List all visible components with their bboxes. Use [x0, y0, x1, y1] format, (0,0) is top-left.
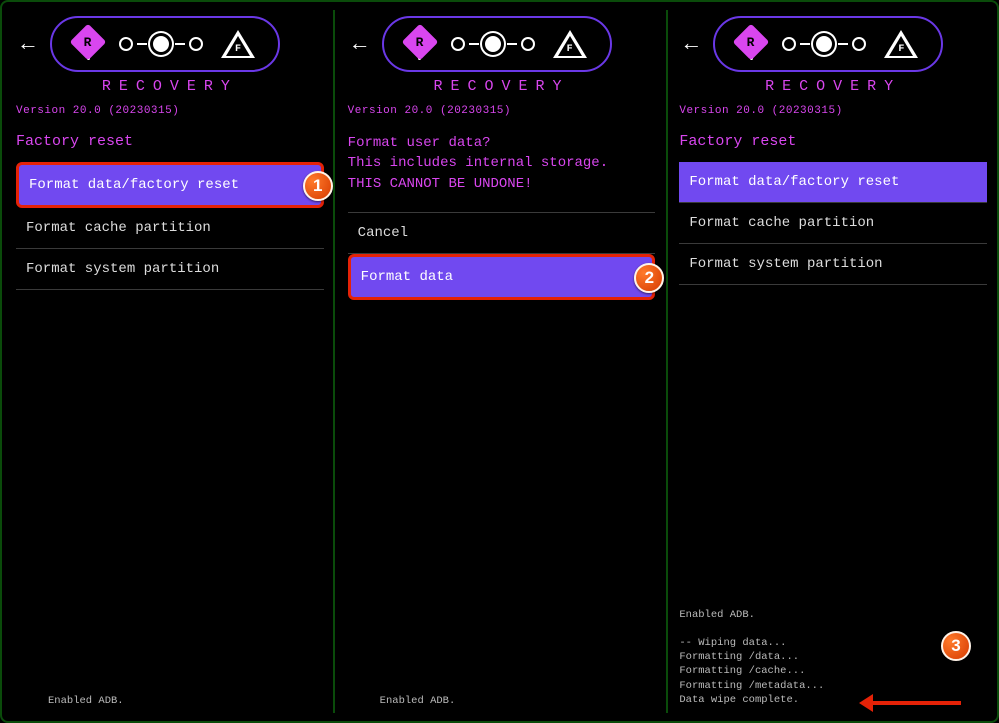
version-text: Version 20.0 (20230315): [348, 105, 656, 117]
warning-line: Format user data?: [348, 133, 656, 153]
screenshot-container: ← R F RECOVERY Version 20.0 (20230315) F…: [0, 0, 999, 723]
footer-log: Enabled ADB.: [380, 695, 456, 707]
header-pill: R F: [382, 16, 612, 72]
menu-item-cancel[interactable]: Cancel: [348, 213, 656, 254]
fastboot-badge: F: [553, 30, 587, 58]
recovery-badge: R: [75, 29, 101, 60]
header-pill: R F: [713, 16, 943, 72]
warning-line: This includes internal storage.: [348, 153, 656, 173]
header: ← R F: [348, 16, 656, 72]
menu-item-label: Cancel: [358, 225, 408, 241]
warning-line: THIS CANNOT BE UNDONE!: [348, 174, 656, 194]
panel-2: ← R F RECOVERY Version 20.0 (20230315) F…: [334, 2, 666, 721]
menu-item-format-system[interactable]: Format system partition: [16, 249, 324, 290]
back-icon[interactable]: ←: [679, 32, 703, 57]
version-text: Version 20.0 (20230315): [679, 105, 987, 117]
recovery-badge: R: [738, 29, 764, 60]
page-title: RECOVERY: [679, 78, 987, 95]
menu-item-label: Format data/factory reset: [29, 177, 239, 193]
menu-item-label: Format cache partition: [26, 220, 211, 236]
header: ← R F: [16, 16, 324, 72]
back-icon[interactable]: ←: [348, 32, 372, 57]
fastboot-badge: F: [884, 30, 918, 58]
callout-badge-2: 2: [634, 263, 664, 293]
recovery-badge: R: [407, 29, 433, 60]
back-icon[interactable]: ←: [16, 32, 40, 57]
footer-log: Enabled ADB.: [48, 695, 124, 707]
menu-item-format-data[interactable]: Format data/factory reset: [679, 162, 987, 203]
menu-item-format-cache[interactable]: Format cache partition: [16, 208, 324, 249]
fastboot-badge: F: [221, 30, 255, 58]
menu-item-format-data[interactable]: Format data/factory reset 1: [16, 162, 324, 208]
version-text: Version 20.0 (20230315): [16, 105, 324, 117]
menu-item-label: Format data/factory reset: [689, 174, 899, 190]
callout-badge-1: 1: [303, 171, 333, 201]
menu-item-label: Format system partition: [689, 256, 882, 272]
menu-item-format-cache[interactable]: Format cache partition: [679, 203, 987, 244]
footer-log: Enabled ADB. -- Wiping data... Formattin…: [679, 608, 824, 707]
header: ← R F: [679, 16, 987, 72]
warning-text: Format user data? This includes internal…: [348, 133, 656, 194]
menu-item-label: Format data: [361, 269, 453, 285]
menu-item-format-system[interactable]: Format system partition: [679, 244, 987, 285]
lineage-logo-icon: [451, 36, 535, 52]
section-title: Factory reset: [16, 133, 324, 150]
arrow-icon: [871, 701, 961, 705]
page-title: RECOVERY: [16, 78, 324, 95]
menu-item-label: Format system partition: [26, 261, 219, 277]
panel-1: ← R F RECOVERY Version 20.0 (20230315) F…: [2, 2, 334, 721]
page-title: RECOVERY: [348, 78, 656, 95]
panel-3: ← R F RECOVERY Version 20.0 (20230315) F…: [665, 2, 997, 721]
menu-item-format-data-confirm[interactable]: Format data 2: [348, 254, 656, 300]
section-title: Factory reset: [679, 133, 987, 150]
menu-item-label: Format cache partition: [689, 215, 874, 231]
header-pill: R F: [50, 16, 280, 72]
callout-badge-3: 3: [941, 631, 971, 661]
lineage-logo-icon: [119, 36, 203, 52]
lineage-logo-icon: [782, 36, 866, 52]
